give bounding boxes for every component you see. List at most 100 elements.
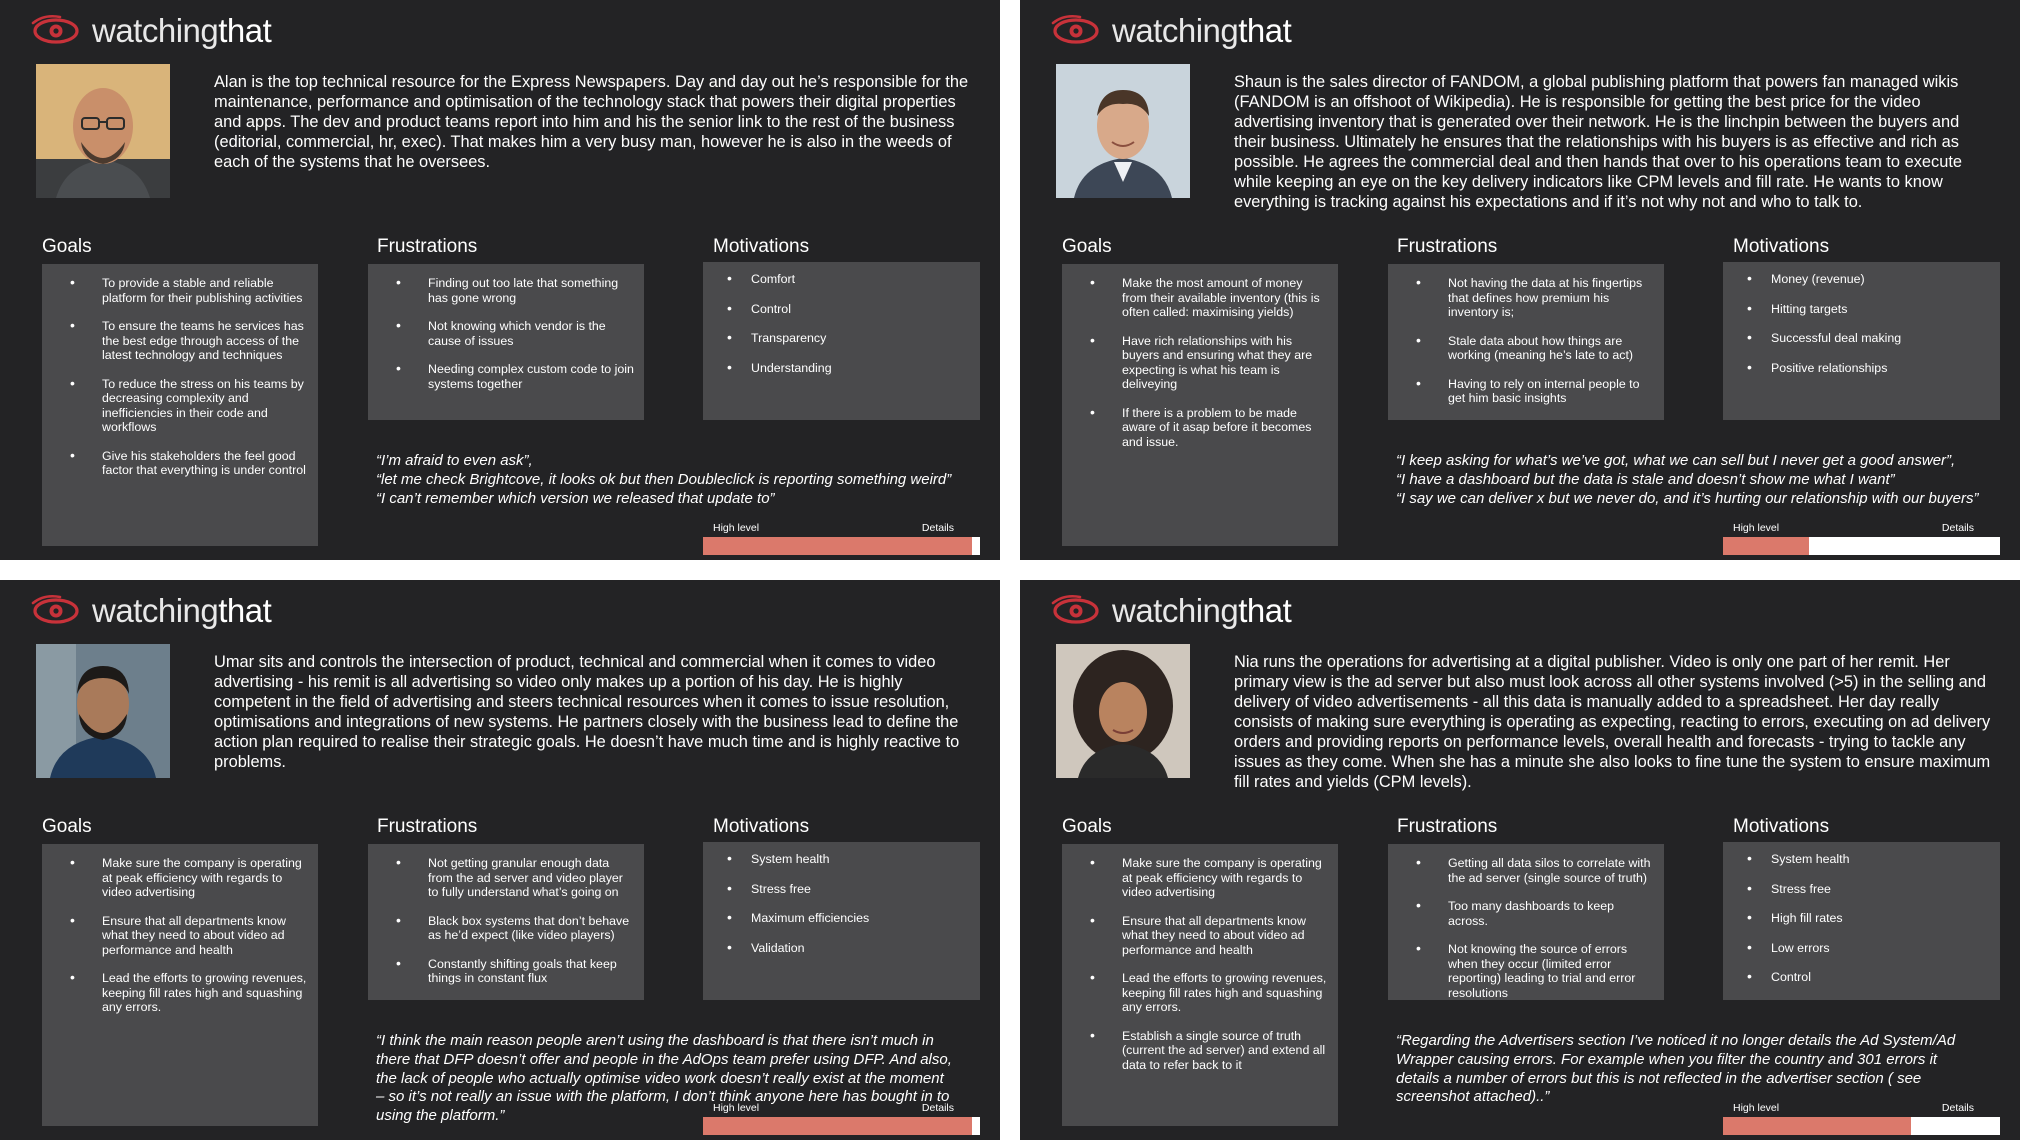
- goals-heading: Goals: [1062, 236, 1112, 257]
- quote-line: “Regarding the Advertisers section I’ve …: [1396, 1032, 1956, 1049]
- frustrations-heading: Frustrations: [377, 236, 478, 257]
- scale-label-details: Details: [921, 1102, 954, 1114]
- scale-label-details: Details: [1941, 1102, 1974, 1114]
- detail-level-scale: High level Details: [703, 1102, 980, 1135]
- frustration-item: Not getting granular enough data from th…: [396, 855, 634, 900]
- motivation-item: Maximum efficiencies: [727, 910, 970, 926]
- goals-heading: Goals: [42, 236, 92, 257]
- logo-word-that: that: [218, 12, 272, 49]
- quote-line: there that DFP doesn’t offer and people …: [376, 1050, 952, 1068]
- goal-item: Establish a single source of truth (curr…: [1090, 1028, 1328, 1073]
- scale-label-high-level: High level: [1733, 1102, 1780, 1114]
- watchingthat-logo: watchingthat: [30, 592, 272, 629]
- watchingthat-logo: watchingthat: [1050, 12, 1292, 49]
- scale-track: [703, 1117, 980, 1135]
- frustration-item: Stale data about how things are working …: [1416, 333, 1654, 363]
- persona-bio: Nia runs the operations for advertising …: [1234, 653, 1991, 791]
- motivations-panel: Comfort Control Transparency Understanding: [703, 262, 980, 420]
- persona-quote: “I keep asking for what’s we’ve got, wha…: [1396, 452, 2002, 508]
- persona-quote: “I’m afraid to even ask”, “let me check B…: [376, 452, 982, 508]
- scale-fill: [1723, 1117, 1912, 1135]
- motivation-item: Understanding: [727, 360, 970, 376]
- motivations-heading: Motivations: [1733, 236, 1830, 257]
- goal-item: Ensure that all departments know what th…: [70, 913, 308, 958]
- scale-label-high-level: High level: [713, 522, 760, 534]
- frustration-item: Needing complex custom code to join syst…: [396, 361, 634, 391]
- quote-line: – so it’s not really an issue with the p…: [376, 1088, 950, 1106]
- quote-line: Wrapper causing errors. For example when…: [1396, 1050, 1938, 1068]
- logo-wordmark: watchingthat: [92, 12, 272, 49]
- quote-line: using the platform.”: [376, 1107, 505, 1125]
- frustrations-list: Finding out too late that something has …: [396, 275, 634, 391]
- scale-label-high-level: High level: [1733, 522, 1780, 534]
- frustration-item: Not knowing the source of errors when th…: [1416, 941, 1654, 1000]
- quote-line: “I think the main reason people aren’t u…: [376, 1032, 934, 1049]
- eye-logo-icon: [1051, 594, 1099, 624]
- scale-label-details: Details: [921, 522, 954, 534]
- goals-panel: Make the most amount of money from their…: [1062, 264, 1338, 546]
- goal-item: To ensure the teams he services has the …: [70, 318, 308, 363]
- goal-item: Make the most amount of money from their…: [1090, 275, 1328, 320]
- scale-label-details: Details: [1941, 522, 1974, 534]
- persona-bio: Alan is the top technical resource for t…: [214, 73, 969, 171]
- goals-list: To provide a stable and reliable platfor…: [70, 275, 308, 478]
- motivations-heading: Motivations: [713, 816, 810, 837]
- motivation-item: Low errors: [1747, 940, 1990, 956]
- quote-line: “I can’t remember which version we relea…: [376, 489, 775, 507]
- quote-line: “I say we can deliver x but we never do,…: [1396, 489, 1979, 507]
- frustration-item: Constantly shifting goals that keep thin…: [396, 956, 634, 986]
- frustrations-list: Not getting granular enough data from th…: [396, 855, 634, 986]
- goal-item: Ensure that all departments know what th…: [1090, 913, 1328, 958]
- motivation-item: Money (revenue): [1747, 271, 1990, 287]
- eye-logo-icon: [1051, 14, 1099, 44]
- persona-slide-4: watchingthat Nia runs the operations for…: [1020, 580, 2020, 1140]
- goal-item: Give his stakeholders the feel good fact…: [70, 448, 308, 478]
- persona-quote: “I think the main reason people aren’t u…: [376, 1032, 982, 1126]
- persona-slide-3: watchingthat Umar sits and controls the …: [0, 580, 1000, 1140]
- goals-panel: Make sure the company is operating at pe…: [1062, 844, 1338, 1126]
- scale-fill: [703, 1117, 972, 1135]
- goals-panel: Make sure the company is operating at pe…: [42, 844, 318, 1126]
- logo-word-watching: watching: [1112, 592, 1239, 629]
- persona-quote: “Regarding the Advertisers section I’ve …: [1396, 1032, 2002, 1107]
- motivation-item: Control: [1747, 969, 1990, 985]
- quote-line: screenshot attached)..”: [1396, 1088, 1550, 1106]
- frustrations-heading: Frustrations: [1397, 236, 1498, 257]
- goal-item: If there is a problem to be made aware o…: [1090, 405, 1328, 450]
- quote-line: “I have a dashboard but the data is stal…: [1396, 470, 1895, 488]
- scale-track: [1723, 1117, 2000, 1135]
- bearded-man-photo: [36, 644, 170, 778]
- frustration-item: Not having the data at his fingertips th…: [1416, 275, 1654, 320]
- motivation-item: Stress free: [727, 881, 970, 897]
- quote-line: details a number of errors but this is n…: [1396, 1069, 1922, 1087]
- quote-line: “I keep asking for what’s we’ve got, wha…: [1396, 452, 1956, 469]
- goals-panel: To provide a stable and reliable platfor…: [42, 264, 318, 546]
- motivation-item: Validation: [727, 940, 970, 956]
- logo-word-watching: watching: [92, 12, 219, 49]
- detail-level-scale: High level Details: [703, 522, 980, 555]
- goal-item: Make sure the company is operating at pe…: [1090, 855, 1328, 900]
- motivation-item: Comfort: [727, 271, 970, 287]
- logo-word-that: that: [1238, 12, 1292, 49]
- detail-level-scale: High level Details: [1723, 522, 2000, 555]
- scale-track: [1723, 537, 2000, 555]
- frustrations-list: Not having the data at his fingertips th…: [1416, 275, 1654, 406]
- eye-logo-icon: [31, 14, 79, 44]
- logo-wordmark: watchingthat: [1112, 592, 1292, 629]
- goals-list: Make sure the company is operating at pe…: [70, 855, 308, 1015]
- motivations-list: System health Stress free High fill rates L…: [1747, 851, 1990, 985]
- motivations-list: Money (revenue) Hitting targets Successful…: [1747, 271, 1990, 376]
- logo-word-watching: watching: [92, 592, 219, 629]
- frustrations-panel: Finding out too late that something has …: [368, 264, 644, 420]
- quote-line: “let me check Brightcove, it looks ok bu…: [376, 470, 952, 488]
- goals-heading: Goals: [1062, 816, 1112, 837]
- goal-item: Lead the efforts to growing revenues, ke…: [70, 970, 308, 1015]
- motivation-item: Control: [727, 301, 970, 317]
- frustrations-panel: Not having the data at his fingertips th…: [1388, 264, 1664, 420]
- frustration-item: Having to rely on internal people to get…: [1416, 376, 1654, 406]
- frustration-item: Getting all data silos to correlate with…: [1416, 855, 1654, 885]
- motivation-item: System health: [727, 851, 970, 867]
- goal-item: Lead the efforts to growing revenues, ke…: [1090, 970, 1328, 1015]
- motivation-item: Positive relationships: [1747, 360, 1990, 376]
- goal-item: To reduce the stress on his teams by dec…: [70, 376, 308, 435]
